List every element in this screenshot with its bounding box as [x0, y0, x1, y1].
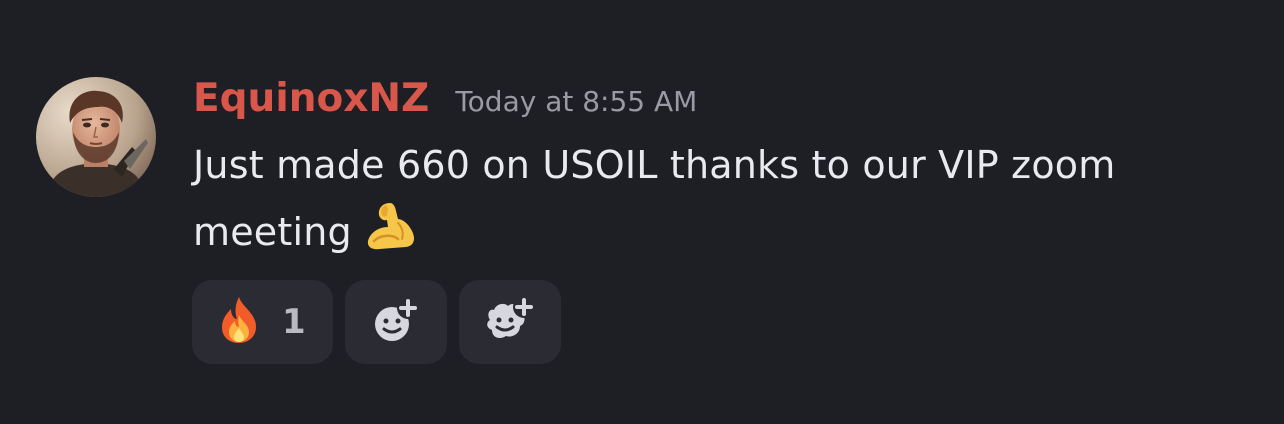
add-reaction-icon	[370, 294, 422, 350]
message-content: Just made 660 on USOIL thanks to our VIP…	[193, 134, 1253, 264]
flexed-biceps-icon	[362, 197, 418, 253]
username[interactable]: EquinoxNZ	[193, 76, 429, 121]
reaction-fire[interactable]: 1	[192, 280, 333, 364]
add-super-reaction-button[interactable]	[459, 280, 561, 364]
add-reaction-button[interactable]	[345, 280, 447, 364]
fire-icon	[216, 295, 262, 349]
reactions-bar: 1	[192, 280, 561, 364]
message-header: EquinoxNZ Today at 8:55 AM	[193, 76, 697, 128]
reaction-count: 1	[282, 302, 306, 342]
message-text: Just made 660 on USOIL thanks to our VIP…	[193, 143, 1116, 254]
add-super-reaction-icon	[482, 294, 538, 350]
timestamp[interactable]: Today at 8:55 AM	[455, 85, 697, 118]
chat-message: EquinoxNZ Today at 8:55 AM Just made 660…	[0, 0, 1284, 424]
avatar[interactable]	[36, 77, 156, 197]
